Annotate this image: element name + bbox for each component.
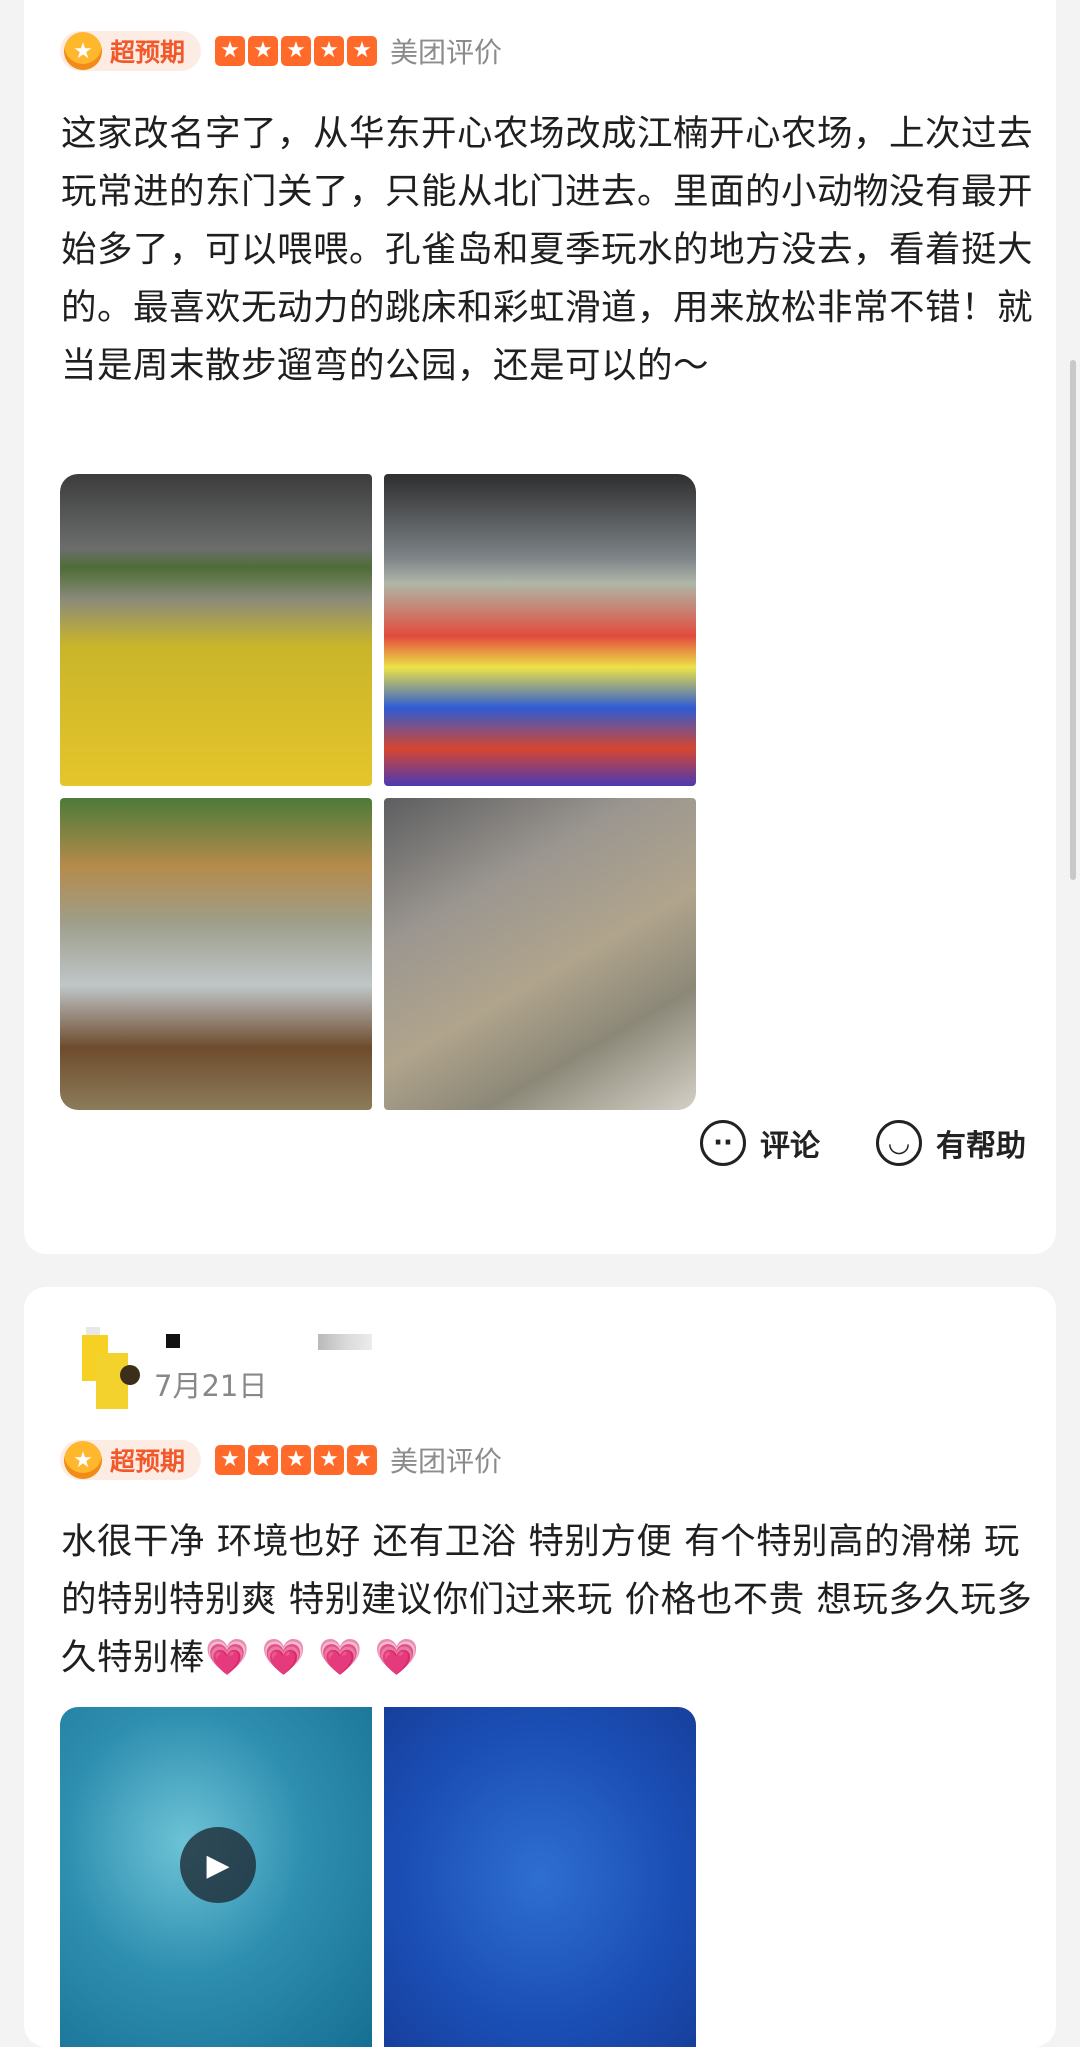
star-icon: ★: [314, 36, 345, 66]
star-icon: ★: [281, 1445, 312, 1475]
rating-row: ★ 超预期 ★ ★ ★ ★ ★ 美团评价: [60, 1437, 502, 1483]
review-photo[interactable]: [60, 474, 372, 786]
user-level-redacted: [318, 1334, 372, 1350]
star-icon: ★: [248, 1445, 279, 1475]
badge-label: 超预期: [110, 38, 186, 67]
review-actions: ·· 评论 ◡ 有帮助: [644, 1120, 1026, 1166]
review-card: ★ 超预期 ★ ★ ★ ★ ★ 美团评价 这家改名字了，从华东开心农场改成江楠开…: [24, 0, 1056, 1254]
play-icon[interactable]: ▶: [180, 1827, 256, 1903]
review-photo[interactable]: [60, 798, 372, 1110]
crown-icon: ★: [64, 32, 102, 70]
review-source: 美团评价: [390, 36, 503, 69]
helpful-label: 有帮助: [936, 1129, 1026, 1164]
rating-row: ★ 超预期 ★ ★ ★ ★ ★ 美团评价: [60, 28, 502, 74]
comment-bubble-icon: ··: [700, 1120, 746, 1166]
review-photo[interactable]: [384, 474, 696, 786]
star-rating: ★ ★ ★ ★ ★: [215, 36, 380, 66]
comment-label: 评论: [760, 1129, 820, 1164]
review-photo[interactable]: [384, 798, 696, 1110]
review-source: 美团评价: [390, 1445, 503, 1478]
review-photo[interactable]: [384, 1707, 696, 2047]
crown-icon: ★: [64, 1441, 102, 1479]
review-card: 7月21日 ★ 超预期 ★ ★ ★ ★ ★ 美团评价 水很干净 环境也好 还有卫…: [24, 1287, 1056, 2047]
helpful-button[interactable]: ◡ 有帮助: [876, 1120, 1026, 1166]
star-icon: ★: [281, 36, 312, 66]
review-text[interactable]: 水很干净 环境也好 还有卫浴 特别方便 有个特别高的滑梯 玩的特别特别爽 特别建…: [61, 1513, 1046, 1687]
review-video[interactable]: ▶: [60, 1707, 372, 2047]
star-icon: ★: [347, 36, 378, 66]
avatar[interactable]: [82, 1327, 162, 1417]
star-icon: ★: [314, 1445, 345, 1475]
exceed-expectation-badge: ★ 超预期: [60, 1440, 202, 1480]
smiley-icon: ◡: [876, 1120, 922, 1166]
star-rating: ★ ★ ★ ★ ★: [215, 1445, 380, 1475]
star-icon: ★: [347, 1445, 378, 1475]
review-date: 7月21日: [154, 1369, 268, 1403]
exceed-expectation-badge: ★ 超预期: [60, 31, 202, 71]
scrollbar[interactable]: [1070, 360, 1076, 880]
star-icon: ★: [215, 36, 246, 66]
star-icon: ★: [215, 1445, 246, 1475]
username-redacted[interactable]: [166, 1334, 180, 1348]
star-icon: ★: [248, 36, 279, 66]
comment-button[interactable]: ·· 评论: [700, 1120, 820, 1166]
review-text[interactable]: 这家改名字了，从华东开心农场改成江楠开心农场，上次过去玩常进的东门关了，只能从北…: [61, 105, 1046, 395]
badge-label: 超预期: [110, 1447, 186, 1476]
